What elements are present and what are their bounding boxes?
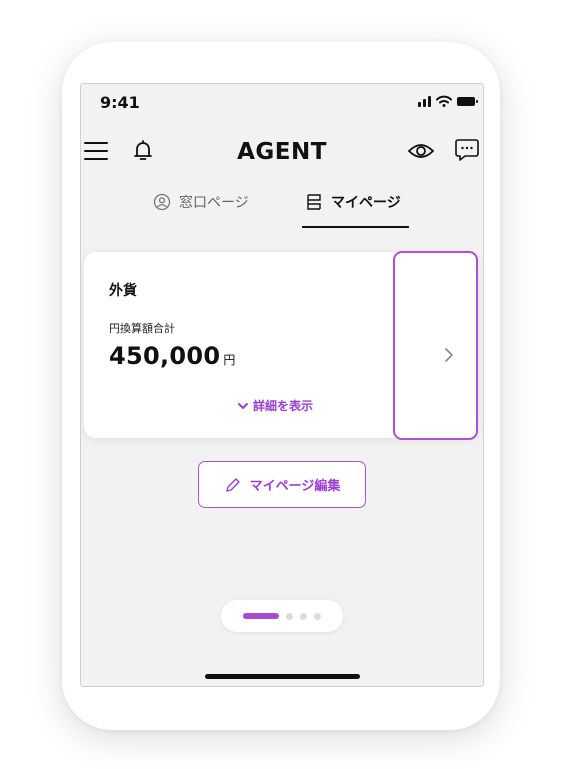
tab-active-indicator (302, 226, 409, 228)
tab-window-page[interactable]: 窓口ページ (153, 192, 249, 212)
tab-my-page-label: マイページ (331, 195, 401, 211)
home-indicator[interactable] (205, 674, 360, 679)
pager-dot[interactable] (300, 612, 307, 620)
status-time: 9:41 (100, 93, 140, 112)
phone-screen: 9:41 AGENT 窓口ページ マイページ 外貨 円換算額合計 450,000… (80, 83, 484, 687)
pencil-icon (225, 477, 240, 492)
show-details-label: 詳細を表示 (253, 399, 314, 413)
pager-dot[interactable] (314, 612, 321, 620)
tab-my-page[interactable]: マイページ (305, 192, 401, 212)
battery-icon (457, 96, 478, 106)
edit-my-page-button[interactable]: マイページ編集 (198, 461, 366, 508)
eye-icon[interactable] (407, 142, 435, 160)
page-indicator (221, 600, 343, 632)
pager-dot-active[interactable] (243, 613, 279, 619)
card-subtitle: 円換算額合計 (109, 322, 175, 335)
chevron-right-icon[interactable] (443, 346, 455, 364)
chevron-down-icon (238, 402, 248, 409)
tab-window-page-label: 窓口ページ (179, 195, 249, 211)
total-amount: 450,000 円 (109, 342, 236, 370)
pager-dot[interactable] (286, 612, 293, 620)
signal-icon (418, 95, 431, 107)
amount-value: 450,000 (109, 342, 221, 370)
show-details-link[interactable]: 詳細を表示 (237, 397, 313, 414)
wifi-icon (436, 95, 452, 107)
chat-icon[interactable] (454, 137, 480, 163)
card-title: 外貨 (109, 283, 137, 299)
user-circle-icon (153, 193, 171, 211)
list-icon (307, 194, 321, 210)
card-arrow-highlight (393, 251, 478, 440)
status-icons (418, 95, 478, 107)
amount-unit: 円 (223, 353, 236, 367)
edit-my-page-label: マイページ編集 (249, 479, 341, 494)
